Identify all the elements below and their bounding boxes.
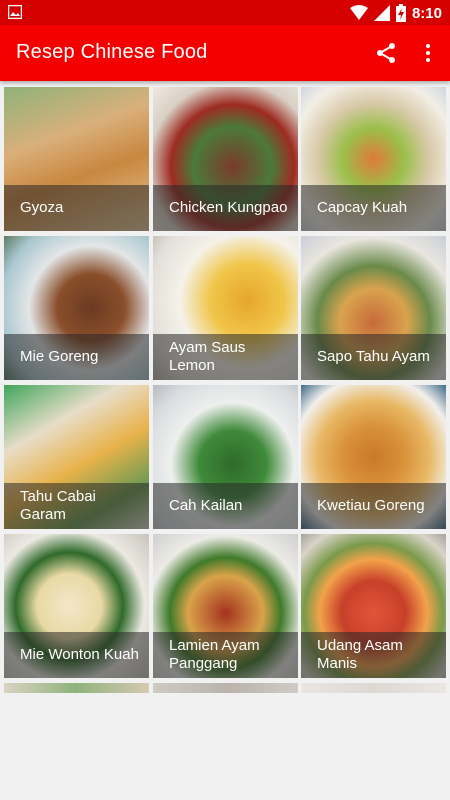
signal-icon [373, 5, 390, 21]
status-bar: 8:10 [0, 0, 450, 25]
recipe-image [4, 683, 149, 693]
app-bar: Resep Chinese Food [0, 25, 450, 81]
recipe-image [153, 683, 298, 693]
recipe-tile-cah-kailan[interactable]: Cah Kailan [153, 385, 298, 529]
recipe-label: Cah Kailan [169, 497, 243, 514]
recipe-tile-sapo-tahu-ayam[interactable]: Sapo Tahu Ayam [301, 236, 446, 380]
recipe-label: Gyoza [20, 199, 64, 216]
recipe-tile-tahu-cabai-garam[interactable]: Tahu Cabai Garam [4, 385, 149, 529]
recipe-label: Capcay Kuah [317, 199, 408, 216]
recipe-tile-mie-goreng[interactable]: Mie Goreng [4, 236, 149, 380]
recipe-label: Sapo Tahu Ayam [317, 348, 430, 365]
empty-area [0, 693, 450, 800]
recipe-tile-capcay-kuah[interactable]: Capcay Kuah [301, 87, 446, 231]
clock: 8:10 [411, 4, 442, 22]
recipe-label: Ayam Saus Lemon [169, 339, 246, 374]
recipe-label: Chicken Kungpao [169, 199, 288, 216]
recipe-tile-chicken-kungpao[interactable]: Chicken Kungpao [153, 87, 298, 231]
recipe-tile-udang-asam-manis[interactable]: Udang Asam Manis [301, 534, 446, 678]
recipe-tile-kwetiau-goreng[interactable]: Kwetiau Goreng [301, 385, 446, 529]
recipe-tile-partial[interactable] [4, 683, 149, 693]
share-icon[interactable] [374, 41, 398, 65]
recipe-tile-partial[interactable] [301, 683, 446, 693]
recipe-label: Mie Goreng [20, 348, 99, 365]
recipe-tile-mie-wonton-kuah[interactable]: Mie Wonton Kuah [4, 534, 149, 678]
recipe-tile-partial[interactable] [153, 683, 298, 693]
recipe-label: Kwetiau Goreng [317, 497, 425, 514]
recipe-label: Lamien Ayam Panggang [169, 637, 260, 672]
recipe-grid: Gyoza Chicken Kungpao Capcay Kuah Mie Go… [0, 81, 450, 693]
image-notification-icon [8, 5, 22, 19]
recipe-label: Udang Asam Manis [317, 637, 403, 672]
recipe-tile-ayam-saus-lemon[interactable]: Ayam Saus Lemon [153, 236, 298, 380]
recipe-label: Tahu Cabai Garam [20, 488, 96, 523]
recipe-tile-lamien-ayam-panggang[interactable]: Lamien Ayam Panggang [153, 534, 298, 678]
battery-charging-icon [395, 4, 406, 22]
recipe-tile-gyoza[interactable]: Gyoza [4, 87, 149, 231]
app-title: Resep Chinese Food [16, 41, 208, 63]
wifi-icon [349, 5, 368, 20]
recipe-image [301, 683, 446, 693]
more-vert-icon[interactable] [416, 41, 440, 65]
recipe-label: Mie Wonton Kuah [20, 646, 139, 663]
